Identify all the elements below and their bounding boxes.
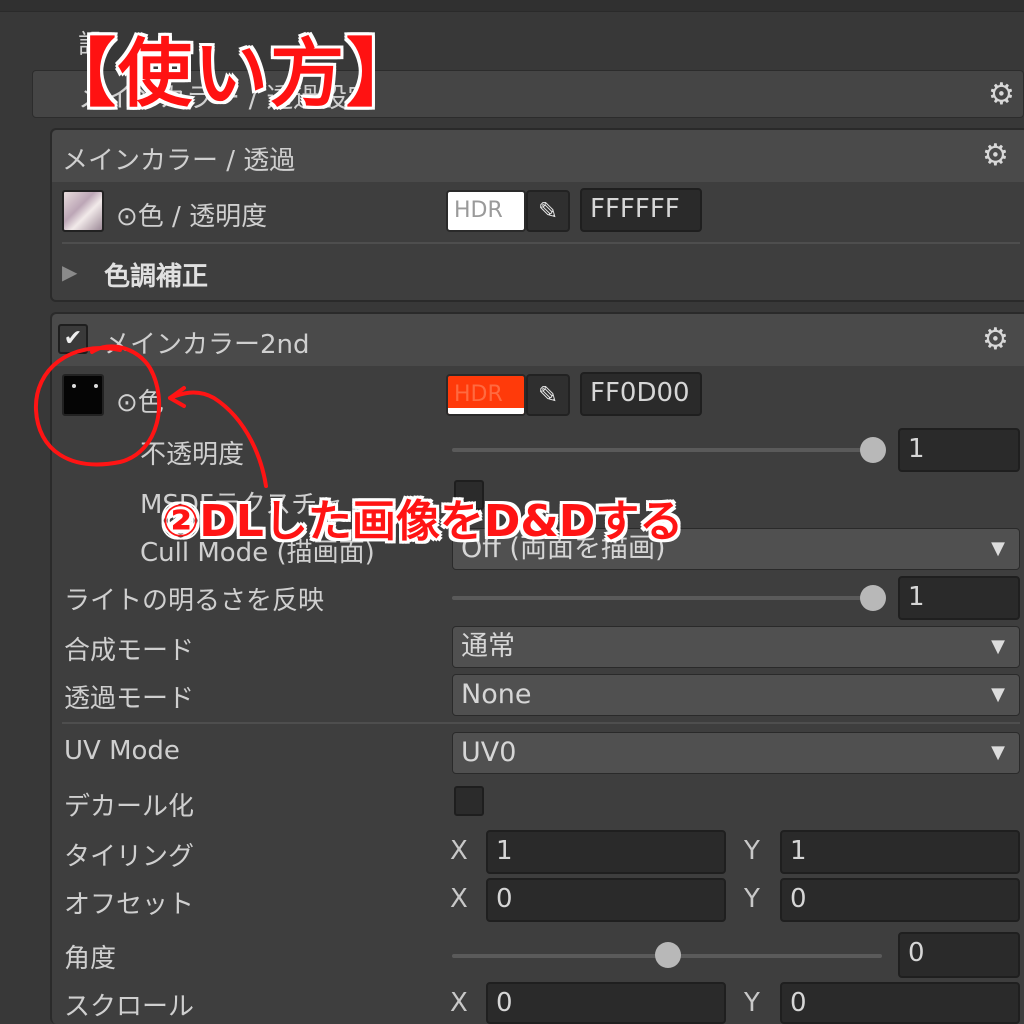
usage-title: 【使い方】 bbox=[42, 31, 422, 117]
instruction-note: ②DLした画像をD&Dする bbox=[162, 496, 684, 547]
annotation-circle bbox=[33, 344, 162, 467]
